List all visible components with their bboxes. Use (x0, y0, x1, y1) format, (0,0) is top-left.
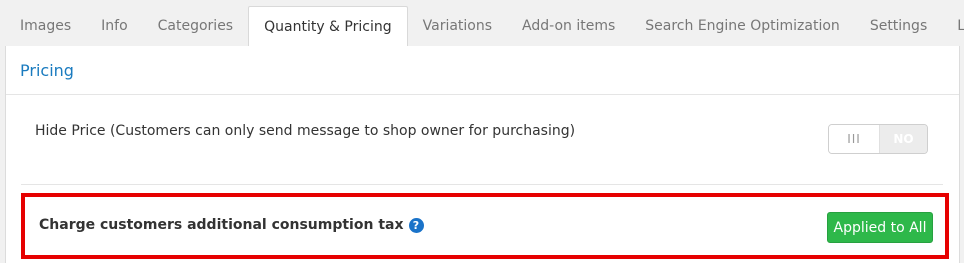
panel-header: Pricing (6, 46, 959, 95)
hide-price-toggle[interactable]: III NO (828, 124, 928, 154)
toggle-handle: III (829, 125, 880, 153)
tab-settings[interactable]: Settings (855, 6, 942, 46)
hide-price-label: Hide Price (Customers can only send mess… (35, 123, 576, 139)
consumption-tax-row: Charge customers additional consumption … (21, 193, 949, 259)
tab-add-on-items[interactable]: Add-on items (507, 6, 630, 46)
tab-quantity-pricing[interactable]: Quantity & Pricing (248, 6, 408, 47)
tab-logs[interactable]: Logs (942, 6, 964, 46)
applied-to-all-button[interactable]: Applied to All (827, 212, 933, 243)
tab-variations[interactable]: Variations (408, 6, 507, 46)
question-circle-icon[interactable]: ? (408, 217, 424, 233)
tab-bar: Images Info Categories Quantity & Pricin… (5, 6, 964, 47)
pricing-panel: Pricing Hide Price (Customers can only s… (5, 46, 960, 263)
tab-info[interactable]: Info (86, 6, 143, 46)
hide-price-row: Hide Price (Customers can only send mess… (21, 94, 943, 185)
tab-seo[interactable]: Search Engine Optimization (630, 6, 855, 46)
consumption-tax-label: Charge customers additional consumption … (39, 217, 404, 233)
tab-images[interactable]: Images (5, 6, 86, 46)
toggle-state-label: NO (880, 125, 927, 153)
tab-categories[interactable]: Categories (143, 6, 248, 46)
consumption-tax-label-group: Charge customers additional consumption … (39, 217, 424, 233)
panel-title: Pricing (20, 60, 74, 80)
